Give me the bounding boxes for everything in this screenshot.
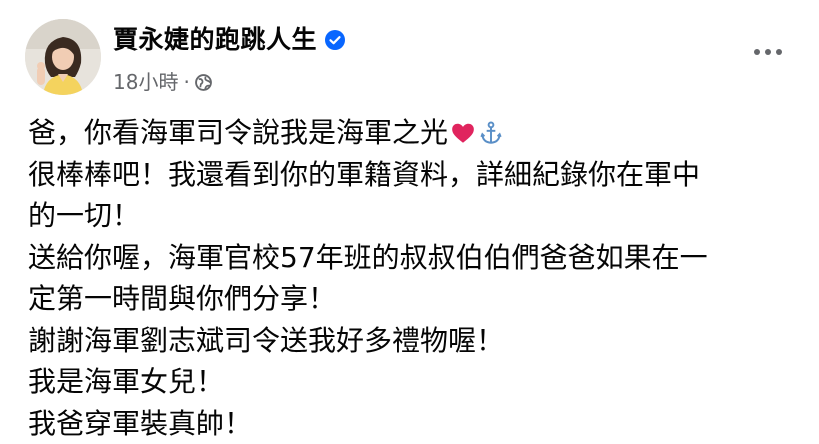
facebook-post: 賈永婕的跑跳人生 18小時 · 爸，你看海軍司令說我是海軍之光 很棒棒吧！我還看… bbox=[0, 0, 819, 444]
avatar[interactable] bbox=[25, 19, 101, 95]
author-name[interactable]: 賈永婕的跑跳人生 bbox=[113, 24, 317, 56]
post-timestamp[interactable]: 18小時 bbox=[113, 68, 178, 96]
more-horizontal-icon bbox=[754, 49, 760, 55]
globe-icon[interactable] bbox=[194, 73, 212, 91]
more-dot bbox=[776, 49, 782, 55]
avatar-image bbox=[25, 19, 101, 95]
message-line-1-text: 爸，你看海軍司令說我是海軍之光 bbox=[28, 116, 449, 149]
message-line-1: 爸，你看海軍司令說我是海軍之光 bbox=[28, 112, 798, 154]
author-row: 賈永婕的跑跳人生 bbox=[113, 24, 346, 56]
post-meta: 18小時 · bbox=[113, 68, 212, 96]
anchor-icon bbox=[478, 116, 504, 158]
more-options-button[interactable] bbox=[748, 32, 788, 72]
message-line-7: 我是海軍女兒！ bbox=[28, 365, 225, 398]
message-line-4: 送給你喔，海軍官校57年班的叔叔伯伯們爸爸如果在一 bbox=[28, 240, 708, 274]
meta-separator: · bbox=[183, 70, 190, 94]
message-line-8: 我爸穿軍裝真帥！ bbox=[28, 406, 253, 440]
red-heart-icon bbox=[450, 116, 476, 158]
message-line-3: 的一切！ bbox=[28, 199, 141, 232]
message-line-2: 很棒棒吧！我還看到你的軍籍資料，詳細紀錄你在軍中 bbox=[28, 157, 701, 191]
verified-badge-icon bbox=[325, 30, 346, 50]
message-line-5: 定第一時間與你們分享！ bbox=[28, 282, 337, 315]
message-line-6: 謝謝海軍劉志斌司令送我好多禮物喔！ bbox=[28, 323, 505, 357]
post-message: 爸，你看海軍司令說我是海軍之光 很棒棒吧！我還看到你的軍籍資料，詳細紀錄你在軍中… bbox=[28, 112, 798, 444]
more-dot bbox=[765, 49, 771, 55]
